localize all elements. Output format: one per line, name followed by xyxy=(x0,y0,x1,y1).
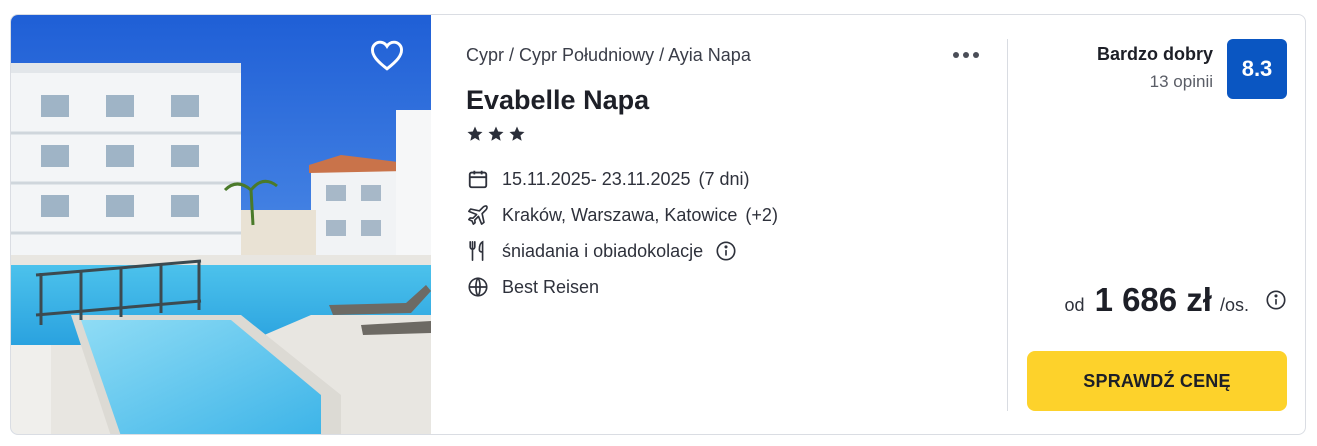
info-circle-icon[interactable] xyxy=(715,240,737,262)
globe-icon xyxy=(466,275,490,299)
more-horizontal-icon[interactable] xyxy=(953,52,979,58)
price-amount: 1 686 zł xyxy=(1094,281,1212,318)
departure-cities: Kraków, Warszawa, Katowice xyxy=(502,204,738,225)
hotel-photo[interactable] xyxy=(11,15,431,434)
travel-dates: 15.11.2025- 23.11.2025 xyxy=(502,168,691,189)
price-prefix: od xyxy=(1064,295,1085,315)
offer-info: Cypr / Cypr Południowy / Ayia Napa Evabe… xyxy=(466,15,996,434)
rating-label: Bardzo dobry xyxy=(1096,44,1213,64)
info-circle-icon[interactable] xyxy=(1265,289,1287,311)
departure-more[interactable]: (+2) xyxy=(745,205,778,226)
board-row: śniadania i obiadokolacje xyxy=(466,239,737,263)
breadcrumb-city[interactable]: Ayia Napa xyxy=(668,45,751,65)
price-suffix: /os. xyxy=(1219,295,1249,315)
star-icon xyxy=(488,126,504,141)
breadcrumb: Cypr / Cypr Południowy / Ayia Napa xyxy=(466,45,751,66)
board-type: śniadania i obiadokolacje xyxy=(502,240,704,261)
operator-row: Best Reisen xyxy=(466,275,599,299)
breadcrumb-separator: / xyxy=(504,45,520,65)
hotel-stars xyxy=(466,125,526,143)
star-icon xyxy=(467,126,483,141)
tour-operator: Best Reisen xyxy=(502,276,600,297)
heart-outline-icon[interactable] xyxy=(369,39,405,71)
favorite-button[interactable] xyxy=(367,35,407,75)
offer-card: Cypr / Cypr Południowy / Ayia Napa Evabe… xyxy=(10,14,1306,435)
star-icon xyxy=(509,126,525,141)
breadcrumb-region[interactable]: Cypr Południowy xyxy=(519,45,654,65)
price-row: od 1 686 zł /os. xyxy=(1065,281,1287,319)
breadcrumb-country[interactable]: Cypr xyxy=(466,45,504,65)
cutlery-icon xyxy=(466,239,490,263)
airplane-icon xyxy=(466,203,490,227)
check-price-button[interactable]: SPRAWDŹ CENĘ xyxy=(1027,351,1287,411)
hotel-name[interactable]: Evabelle Napa xyxy=(466,85,649,116)
hotel-pool-image xyxy=(11,15,431,434)
travel-duration: (7 dni) xyxy=(698,168,750,189)
rating-score-badge: 8.3 xyxy=(1227,39,1287,99)
dates-row: 15.11.2025- 23.11.2025 (7 dni) xyxy=(466,167,750,191)
more-options-button[interactable] xyxy=(946,43,986,67)
departure-row: Kraków, Warszawa, Katowice (+2) xyxy=(466,203,778,227)
column-divider xyxy=(1007,39,1008,411)
reviews-count[interactable]: 13 opinii xyxy=(1150,72,1213,92)
calendar-icon xyxy=(466,167,490,191)
breadcrumb-separator: / xyxy=(654,45,669,65)
